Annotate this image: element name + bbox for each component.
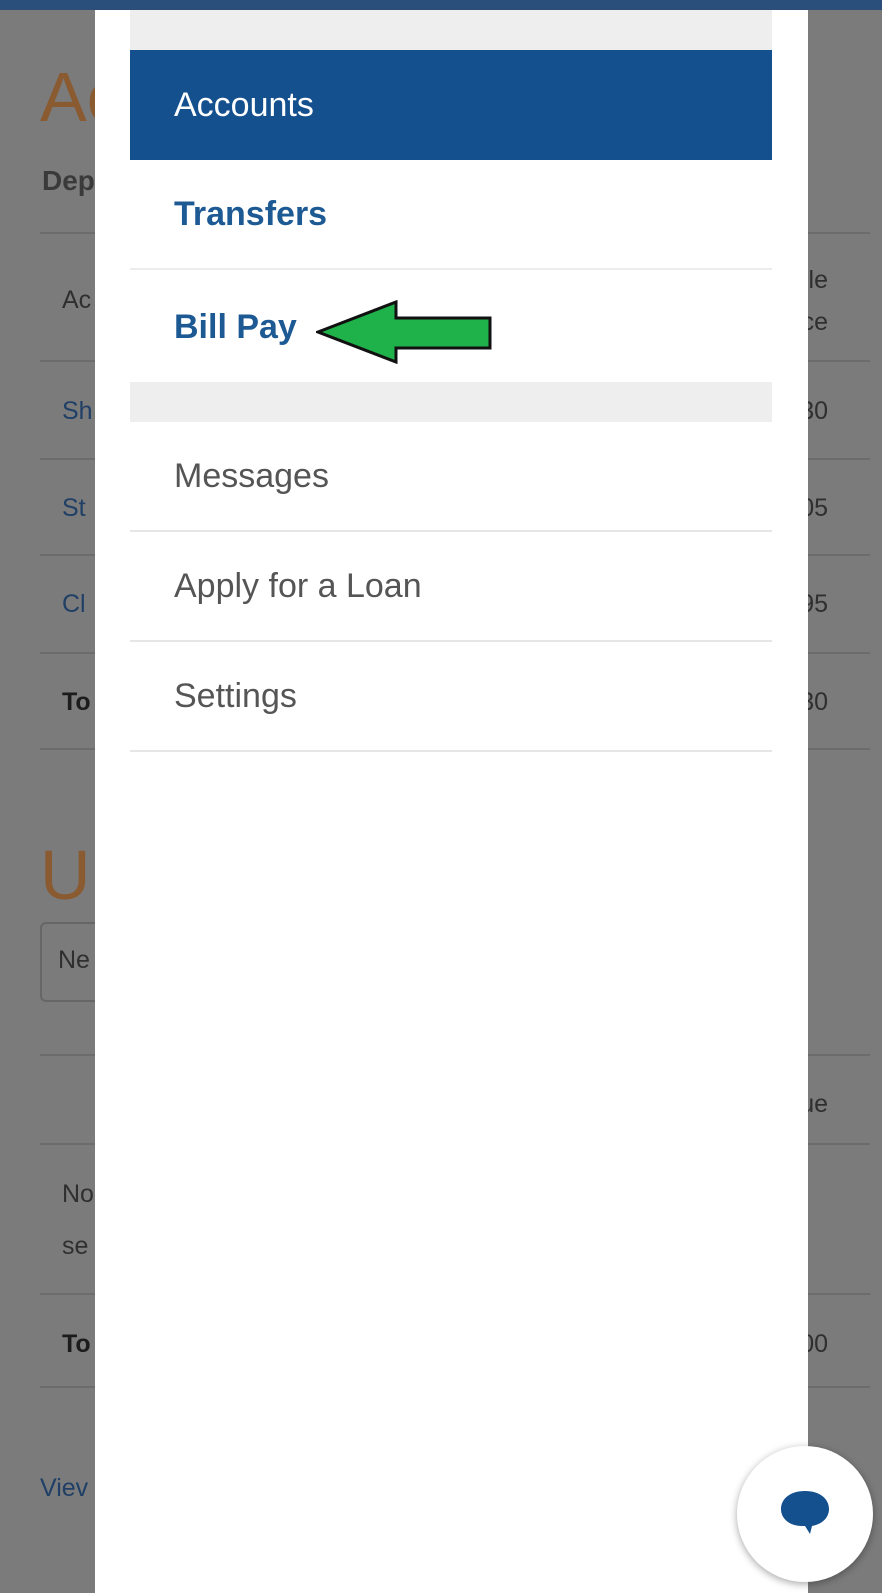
menu-item-label: Messages [174, 456, 329, 495]
chat-button[interactable] [737, 1446, 873, 1582]
total-label: To [62, 1330, 91, 1358]
drawer-section-spacer [130, 382, 772, 422]
drawer-top-spacer [130, 10, 772, 50]
deposits-subheading: Dep [42, 165, 95, 196]
column-header-account: Ac [62, 286, 92, 314]
top-bar [0, 0, 882, 10]
chat-bubble-icon [778, 1488, 832, 1541]
account-row-name[interactable]: Cl [62, 590, 86, 619]
account-row-name[interactable]: St [62, 494, 86, 523]
menu-item-settings[interactable]: Settings [130, 642, 772, 752]
menu-item-messages[interactable]: Messages [130, 422, 772, 532]
account-row-name[interactable]: Sh [62, 397, 93, 426]
view-link[interactable]: Viev [40, 1474, 88, 1503]
menu-item-label: Apply for a Loan [174, 566, 422, 605]
upcoming-heading: U [40, 836, 91, 914]
menu-item-label: Transfers [174, 194, 328, 233]
menu-item-label: Settings [174, 676, 297, 715]
total-label: To [62, 688, 91, 716]
menu-item-apply-loan[interactable]: Apply for a Loan [130, 532, 772, 642]
green-arrow-icon [313, 299, 492, 369]
navigation-drawer: Accounts Transfers Bill Pay Messages App… [95, 10, 808, 1593]
menu-item-label: Accounts [174, 85, 314, 124]
menu-item-transfers[interactable]: Transfers [130, 160, 772, 270]
empty-note-line1: No [62, 1180, 94, 1208]
filter-select-value: Ne [58, 946, 90, 974]
menu-item-accounts[interactable]: Accounts [130, 50, 772, 160]
empty-note-line2: se [62, 1232, 89, 1260]
menu-item-label: Bill Pay [174, 307, 297, 346]
